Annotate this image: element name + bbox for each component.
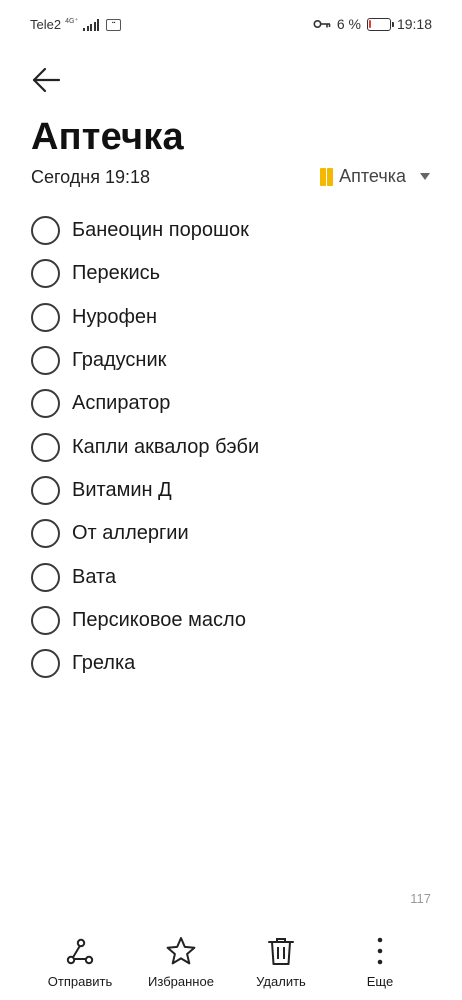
page-title: Аптечка xyxy=(31,116,184,158)
more-button[interactable]: Еще xyxy=(330,936,430,989)
checklist-item-text: От аллергии xyxy=(72,522,189,545)
checklist-item-text: Аспиратор xyxy=(72,392,171,415)
checklist-item-text: Нурофен xyxy=(72,305,158,328)
status-bar-left: Tele2 4G⁺ ▪▪ xyxy=(30,17,122,32)
checkbox[interactable] xyxy=(31,346,60,376)
network-type: 4G⁺ xyxy=(65,18,79,25)
folder-icon xyxy=(320,167,334,186)
checkbox[interactable] xyxy=(31,519,60,549)
checklist-item[interactable]: Перекись xyxy=(31,252,431,295)
category-selector[interactable]: Аптечка xyxy=(320,166,430,187)
chevron-down-icon xyxy=(420,173,430,180)
checkbox[interactable] xyxy=(31,259,60,289)
back-button[interactable] xyxy=(28,62,64,98)
checklist-item[interactable]: Грелка xyxy=(31,642,431,685)
checklist-item-text: Капли аквалор бэби xyxy=(72,435,260,458)
checkbox[interactable] xyxy=(31,432,60,462)
battery-icon xyxy=(366,17,394,31)
favorite-button[interactable]: Избранное xyxy=(131,936,231,989)
star-icon xyxy=(166,937,196,965)
character-count: 117 xyxy=(410,891,431,906)
checkbox[interactable] xyxy=(31,649,60,679)
checklist-item[interactable]: От аллергии xyxy=(31,512,431,555)
status-bar: Tele2 4G⁺ ▪▪ 6 % 19:18 xyxy=(0,0,462,52)
checkbox[interactable] xyxy=(31,605,60,635)
checkbox[interactable] xyxy=(31,216,60,246)
share-button[interactable]: Отправить xyxy=(30,936,130,989)
more-vertical-icon xyxy=(377,937,383,965)
bottom-toolbar: Отправить Избранное Удалить Еще xyxy=(0,930,462,1000)
checkbox[interactable] xyxy=(31,475,60,505)
share-label: Отправить xyxy=(47,974,113,989)
checklist-item-text: Вата xyxy=(72,565,117,588)
checklist-item-text: Грелка xyxy=(72,652,136,675)
checklist: Банеоцин порошок Перекись Нурофен Градусник… xyxy=(31,209,431,685)
arrow-left-icon xyxy=(32,67,61,93)
clock: 19:18 xyxy=(396,16,432,32)
checklist-item-text: Витамин Д xyxy=(72,478,172,501)
checklist-item[interactable]: Капли аквалор бэби xyxy=(31,425,431,468)
carrier-name: Tele2 xyxy=(30,17,62,32)
share-icon xyxy=(66,938,94,965)
trash-icon xyxy=(268,938,294,965)
category-label: Аптечка xyxy=(339,166,406,186)
signal-icon xyxy=(83,18,100,31)
battery-percent: 6 % xyxy=(336,16,361,32)
checklist-item-text: Персиковое масло xyxy=(72,608,246,631)
checklist-item[interactable]: Банеоцин порошок xyxy=(31,209,431,252)
status-bar-right: 6 % 19:18 xyxy=(313,16,432,32)
checklist-item[interactable]: Персиковое масло xyxy=(31,599,431,642)
checkbox[interactable] xyxy=(31,562,60,592)
delete-label: Удалить xyxy=(256,974,306,989)
checklist-item-text: Перекись xyxy=(72,262,161,285)
checklist-item[interactable]: Градусник xyxy=(31,339,431,382)
favorite-label: Избранное xyxy=(148,974,214,989)
checklist-item[interactable]: Витамин Д xyxy=(31,469,431,512)
key-icon xyxy=(313,19,331,29)
checkbox[interactable] xyxy=(31,389,60,419)
more-label: Еще xyxy=(366,974,394,989)
delete-button[interactable]: Удалить xyxy=(231,936,331,989)
checkbox[interactable] xyxy=(31,302,60,332)
checklist-item[interactable]: Аспиратор xyxy=(31,382,431,425)
checklist-item[interactable]: Вата xyxy=(31,555,431,598)
checklist-item-text: Градусник xyxy=(72,349,167,372)
note-datetime: Сегодня 19:18 xyxy=(31,167,151,187)
checklist-item-text: Банеоцин порошок xyxy=(72,219,249,242)
battery-level xyxy=(369,20,371,28)
hd-icon: ▪▪ xyxy=(106,18,122,31)
checklist-item[interactable]: Нурофен xyxy=(31,296,431,339)
